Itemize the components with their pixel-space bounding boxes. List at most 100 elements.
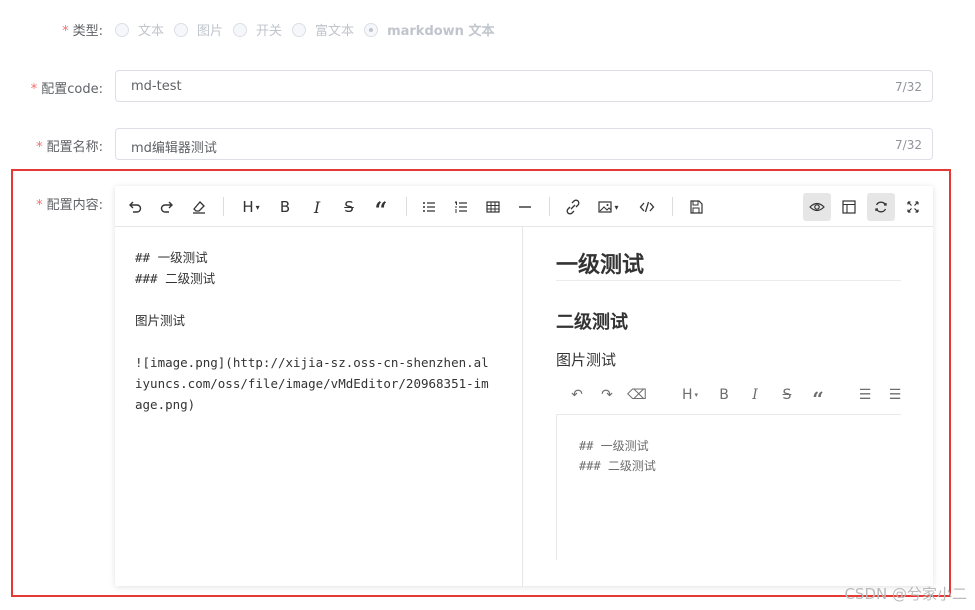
preview-heading-h3: 二级测试 [556, 312, 628, 333]
save-button[interactable] [682, 193, 710, 221]
sync-scroll-button[interactable] [867, 193, 895, 221]
toolbar-divider [223, 197, 224, 216]
source-line: 图片测试 [135, 313, 186, 328]
radio-dot [292, 22, 307, 37]
code-icon [639, 201, 655, 213]
code-input[interactable]: md-test 7/32 [115, 70, 933, 102]
source-line: ## 一级测试 [135, 250, 208, 265]
watermark: CSDN @兮家小二 [844, 585, 967, 603]
radio-markdown[interactable]: markdown 文本 [364, 20, 494, 39]
strikethrough-icon: S [782, 387, 792, 403]
source-line: iyuncs.com/oss/file/image/vMdEditor/2096… [135, 376, 489, 391]
image-button[interactable]: ▾ [591, 193, 625, 221]
chevron-down-icon: ▾ [614, 202, 619, 212]
italic-button[interactable]: I [303, 193, 331, 221]
source-line: ![image.png](http://xijia-sz.oss-cn-shen… [135, 355, 489, 370]
bold-icon: B [279, 198, 291, 216]
image-text-line: ## 一级测试 [579, 439, 649, 453]
undo-icon [129, 201, 142, 213]
preview-paragraph: 图片测试 [556, 351, 617, 369]
unordered-list-icon [423, 202, 435, 212]
image-editor-snapshot: ## 一级测试 ### 二级测试 [556, 415, 901, 560]
unordered-list-icon: ☰ [858, 387, 872, 403]
source-line: age.png) [135, 397, 196, 412]
code-char-count: 7/32 [895, 80, 922, 94]
chevron-down-icon: ▾ [255, 202, 260, 212]
required-mark: * [62, 24, 69, 39]
preview-heading-underline [556, 280, 901, 281]
name-input[interactable]: md编辑器测试 7/32 [115, 128, 933, 160]
required-mark: * [36, 198, 43, 213]
editor-toolbar: H ▾ B I S “ ▾ [115, 186, 933, 227]
toc-button[interactable] [835, 193, 863, 221]
name-input-value: md编辑器测试 [131, 141, 217, 156]
radio-dot [233, 22, 248, 37]
required-mark: * [30, 82, 38, 97]
strikethrough-icon: S [344, 198, 354, 216]
ordered-list-icon [455, 201, 467, 213]
markdown-preview-pane: 一级测试 二级测试 图片测试 ↶ ↷ ⌫ H ▾ B I S “ ☰ ☰ ## 一… [524, 227, 933, 586]
heading-icon: H ▾ [681, 387, 699, 403]
toolbar-divider [672, 197, 673, 216]
fullscreen-button[interactable] [899, 193, 927, 221]
heading-button[interactable]: H ▾ [235, 193, 267, 221]
undo-button[interactable] [121, 193, 149, 221]
preview-heading-h2: 一级测试 [556, 253, 645, 278]
ordered-list-icon: ☰ [888, 387, 901, 403]
code-button[interactable] [633, 193, 661, 221]
italic-icon: I [752, 387, 758, 403]
toolbar-divider [549, 197, 550, 216]
preview-toggle-button[interactable] [803, 193, 831, 221]
radio-switch[interactable]: 开关 [233, 20, 282, 39]
markdown-editor: H ▾ B I S “ ▾ ## 一级测试 ### 二级测试 图片测试 ![im… [115, 186, 933, 586]
heading-icon: H [242, 198, 254, 216]
radio-rich-text[interactable]: 富文本 [292, 20, 354, 39]
redo-icon [160, 201, 173, 213]
image-text-line: ### 二级测试 [579, 459, 656, 473]
quote-icon: “ [812, 387, 824, 411]
markdown-source-pane[interactable]: ## 一级测试 ### 二级测试 图片测试 ![image.png](http:… [115, 227, 523, 586]
undo-icon: ↶ [571, 387, 583, 403]
ordered-list-button[interactable] [447, 193, 475, 221]
italic-icon: I [313, 197, 321, 217]
layout-icon [842, 200, 856, 214]
bold-button[interactable]: B [271, 193, 299, 221]
radio-dot [174, 22, 189, 37]
image-icon [598, 201, 613, 213]
horizontal-rule-icon [519, 206, 531, 208]
required-mark: * [36, 140, 43, 155]
redo-button[interactable] [153, 193, 181, 221]
redo-icon: ↷ [601, 387, 613, 403]
quote-icon: “ [374, 198, 388, 224]
eye-icon [809, 202, 825, 212]
radio-text[interactable]: 文本 [115, 20, 164, 39]
type-label: * 类型: [62, 24, 103, 39]
hr-button[interactable] [511, 193, 539, 221]
name-char-count: 7/32 [895, 138, 922, 152]
table-button[interactable] [479, 193, 507, 221]
fullscreen-icon [907, 201, 919, 213]
eraser-icon: ⌫ [627, 387, 647, 403]
link-button[interactable] [559, 193, 587, 221]
sync-icon [875, 201, 887, 213]
eraser-icon [193, 201, 205, 214]
clear-button[interactable] [185, 193, 213, 221]
preview-embedded-image: ↶ ↷ ⌫ H ▾ B I S “ ☰ ☰ ## 一级测试 ### 二级测试 [556, 374, 901, 560]
unordered-list-button[interactable] [415, 193, 443, 221]
source-line: ### 二级测试 [135, 271, 216, 286]
type-radio-group: 文本 图片 开关 富文本 markdown 文本 [115, 20, 504, 39]
name-label: * 配置名称: [36, 140, 103, 155]
bold-icon: B [719, 387, 729, 403]
save-icon [690, 200, 703, 214]
quote-button[interactable]: “ [367, 193, 395, 224]
link-icon [566, 199, 580, 215]
code-label: * 配置code: [30, 82, 103, 97]
toolbar-divider [406, 197, 407, 216]
content-label: * 配置内容: [36, 198, 103, 213]
image-toolbar-snapshot: ↶ ↷ ⌫ H ▾ B I S “ ☰ ☰ [556, 374, 901, 415]
radio-dot [115, 22, 129, 37]
radio-dot-checked [364, 22, 379, 37]
radio-image[interactable]: 图片 [174, 20, 223, 39]
table-icon [486, 201, 500, 213]
strikethrough-button[interactable]: S [335, 193, 363, 221]
